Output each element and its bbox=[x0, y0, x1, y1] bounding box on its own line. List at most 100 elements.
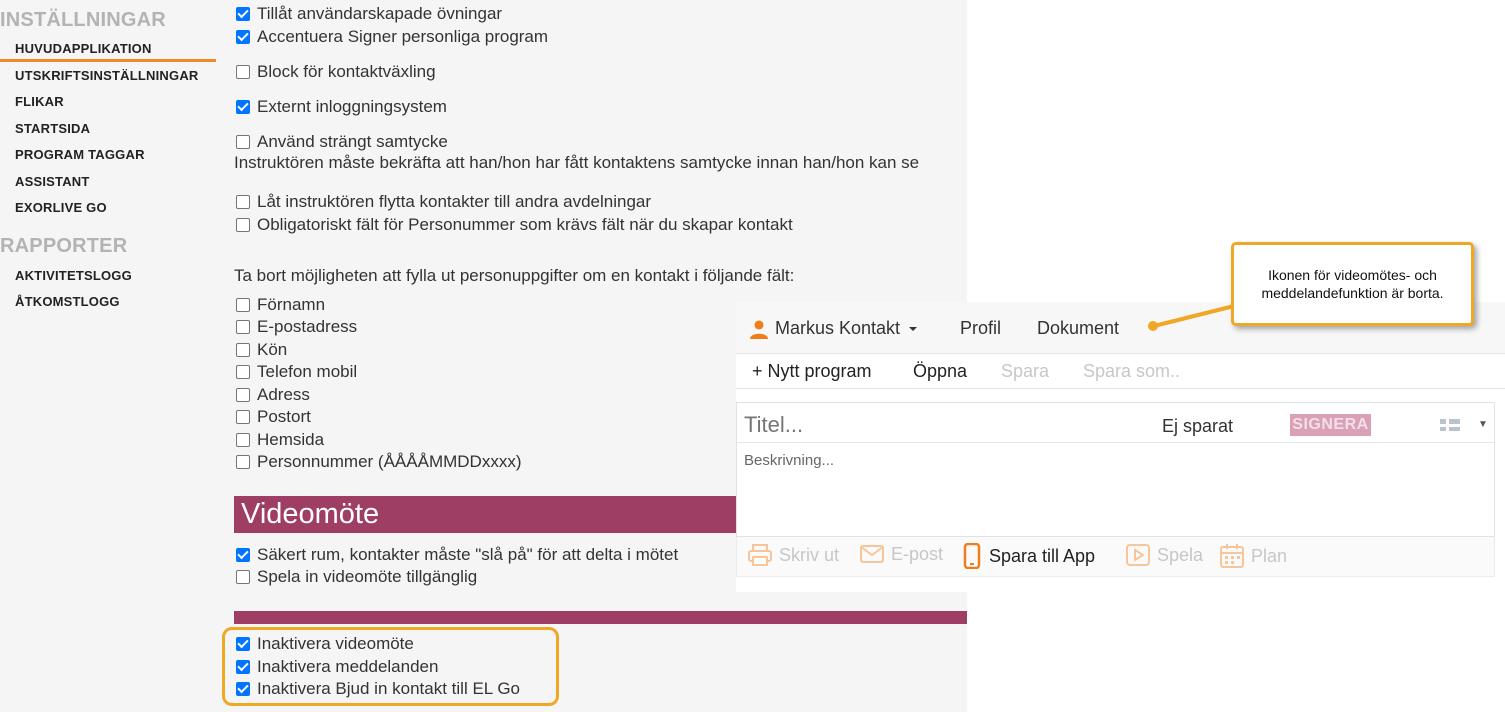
sidebar-item-exorlive-go[interactable]: EXORLIVE GO bbox=[15, 200, 107, 215]
sidebar-item-activity-log[interactable]: AKTIVITETSLOGG bbox=[15, 268, 132, 283]
option-move-contacts: Låt instruktören flytta kontakter till a… bbox=[236, 191, 651, 213]
checkbox[interactable] bbox=[236, 455, 250, 469]
field-gender: Kön bbox=[236, 339, 287, 361]
checkbox[interactable] bbox=[236, 100, 250, 114]
checkbox[interactable] bbox=[236, 548, 250, 562]
consent-note: Instruktören måste bekräfta att han/hon … bbox=[234, 153, 920, 172]
play-icon bbox=[1126, 544, 1150, 566]
checkbox[interactable] bbox=[236, 30, 250, 44]
sidebar-item-tabs[interactable]: FLIKAR bbox=[15, 94, 64, 109]
open-button[interactable]: Öppna bbox=[913, 361, 967, 382]
section-divider-bar bbox=[234, 611, 967, 624]
sidebar-item-program-tags[interactable]: PROGRAM TAGGAR bbox=[15, 147, 145, 162]
email-label: E-post bbox=[891, 543, 944, 564]
callout-box: Ikonen för videomötes- och meddelandefun… bbox=[1231, 242, 1474, 326]
option-label: Tillåt användarskapade övningar bbox=[257, 4, 503, 23]
option-label: Block för kontaktväxling bbox=[257, 62, 436, 81]
checkbox[interactable] bbox=[236, 320, 250, 334]
checkbox[interactable] bbox=[236, 570, 250, 584]
sidebar-item-start-page[interactable]: STARTSIDA bbox=[15, 121, 90, 136]
option-label: Säkert rum, kontakter måste "slå på" för… bbox=[257, 545, 679, 564]
save-status: Ej sparat bbox=[1162, 416, 1234, 436]
plan-button[interactable]: Plan bbox=[1219, 543, 1287, 569]
option-record-meeting: Spela in videomöte tillgänglig bbox=[236, 566, 477, 588]
remove-fields-label: Ta bort möjligheten att fylla ut personu… bbox=[234, 266, 795, 285]
checkbox[interactable] bbox=[236, 343, 250, 357]
checkbox[interactable] bbox=[236, 388, 250, 402]
checkbox[interactable] bbox=[236, 195, 250, 209]
save-to-app-button[interactable]: Spara till App bbox=[961, 543, 1095, 569]
checkbox[interactable] bbox=[236, 65, 250, 79]
field-label: Kön bbox=[257, 340, 288, 359]
sidebar-heading-reports: RAPPORTER bbox=[0, 235, 128, 257]
checkbox[interactable] bbox=[236, 218, 250, 232]
option-accentuate-signer: Accentuera Signer personliga program bbox=[236, 26, 548, 48]
print-button[interactable]: Skriv ut bbox=[747, 543, 839, 567]
user-name: Markus Kontakt bbox=[775, 318, 901, 338]
caret-down-icon bbox=[909, 326, 918, 331]
field-address: Adress bbox=[236, 384, 310, 406]
sidebar-item-assistant[interactable]: ASSISTANT bbox=[15, 174, 90, 189]
field-ssn: Personnummer (ÅÅÅÅMMDDxxxx) bbox=[236, 451, 522, 473]
option-label: Accentuera Signer personliga program bbox=[257, 27, 549, 46]
checkbox[interactable] bbox=[236, 298, 250, 312]
option-label: Externt inloggningsystem bbox=[257, 97, 447, 116]
save-to-app-label: Spara till App bbox=[989, 545, 1096, 566]
title-divider bbox=[737, 442, 1494, 443]
checkbox[interactable] bbox=[236, 365, 250, 379]
sidebar-item-access-log[interactable]: ÅTKOMSTLOGG bbox=[15, 294, 120, 309]
field-label: Adress bbox=[257, 385, 310, 404]
field-city: Postort bbox=[236, 406, 311, 428]
email-button[interactable]: E-post bbox=[859, 543, 943, 565]
language-flag-icon[interactable] bbox=[1440, 419, 1460, 431]
print-label: Skriv ut bbox=[779, 544, 840, 565]
description-field[interactable]: Beskrivning... bbox=[744, 452, 834, 469]
play-button[interactable]: Spela bbox=[1125, 543, 1203, 567]
field-label: Förnamn bbox=[257, 295, 326, 314]
envelope-icon bbox=[860, 545, 884, 563]
sign-button[interactable]: SIGNERA bbox=[1290, 414, 1371, 436]
checkbox[interactable] bbox=[236, 410, 250, 424]
sidebar-heading-settings: INSTÄLLNINGAR bbox=[0, 9, 166, 31]
field-email: E-postadress bbox=[236, 316, 357, 338]
title-input[interactable] bbox=[744, 412, 1124, 438]
field-website: Hemsida bbox=[236, 429, 324, 451]
checkbox[interactable] bbox=[236, 7, 250, 21]
callout-pointer bbox=[1148, 304, 1236, 331]
app-preview-panel: Markus Kontakt Profil Dokument + Nytt pr… bbox=[736, 302, 1505, 592]
new-program-button[interactable]: + Nytt program bbox=[752, 361, 872, 382]
option-label: Låt instruktören flytta kontakter till a… bbox=[257, 192, 652, 211]
option-label: Använd strängt samtycke bbox=[257, 132, 448, 151]
program-editor: Ej sparat SIGNERA ▼ Beskrivning... bbox=[736, 402, 1495, 537]
field-label: Hemsida bbox=[257, 430, 325, 449]
option-secure-room: Säkert rum, kontakter måste "slå på" för… bbox=[236, 544, 678, 566]
program-toolbar: + Nytt program Öppna Spara Spara som.. bbox=[736, 355, 1505, 389]
active-item-underline bbox=[0, 59, 216, 62]
callout-text: Ikonen för videomötes- och meddelandefun… bbox=[1261, 266, 1444, 301]
caret-down-icon[interactable]: ▼ bbox=[1478, 419, 1488, 430]
user-menu[interactable]: Markus Kontakt bbox=[749, 318, 918, 339]
checkbox[interactable] bbox=[236, 433, 250, 447]
action-bar: Skriv ut E-post Spara till App Spela Pla… bbox=[736, 537, 1495, 577]
save-as-button[interactable]: Spara som.. bbox=[1083, 361, 1180, 382]
option-label: Obligatoriskt fält för Personummer som k… bbox=[257, 215, 793, 234]
calendar-icon bbox=[1220, 544, 1244, 568]
nav-profile[interactable]: Profil bbox=[960, 318, 1001, 339]
printer-icon bbox=[748, 544, 772, 566]
field-label: Postort bbox=[257, 407, 311, 426]
sidebar-item-main-application[interactable]: HUVUDAPPLIKATION bbox=[15, 41, 152, 56]
option-strict-consent: Använd strängt samtycke bbox=[236, 131, 448, 153]
play-label: Spela bbox=[1157, 544, 1204, 565]
nav-documents[interactable]: Dokument bbox=[1037, 318, 1119, 339]
plan-label: Plan bbox=[1251, 545, 1288, 566]
field-label: E-postadress bbox=[257, 317, 358, 336]
option-required-ssn: Obligatoriskt fält för Personummer som k… bbox=[236, 214, 793, 236]
field-first-name: Förnamn bbox=[236, 294, 325, 316]
highlight-frame bbox=[222, 627, 559, 706]
sidebar-item-print-settings[interactable]: UTSKRIFTSINSTÄLLNINGAR bbox=[15, 68, 199, 83]
page: INSTÄLLNINGAR HUVUDAPPLIKATION UTSKRIFTS… bbox=[0, 0, 1505, 712]
save-button[interactable]: Spara bbox=[1001, 361, 1049, 382]
field-label: Personnummer (ÅÅÅÅMMDDxxxx) bbox=[257, 452, 522, 471]
field-mobile: Telefon mobil bbox=[236, 361, 357, 383]
checkbox[interactable] bbox=[236, 135, 250, 149]
